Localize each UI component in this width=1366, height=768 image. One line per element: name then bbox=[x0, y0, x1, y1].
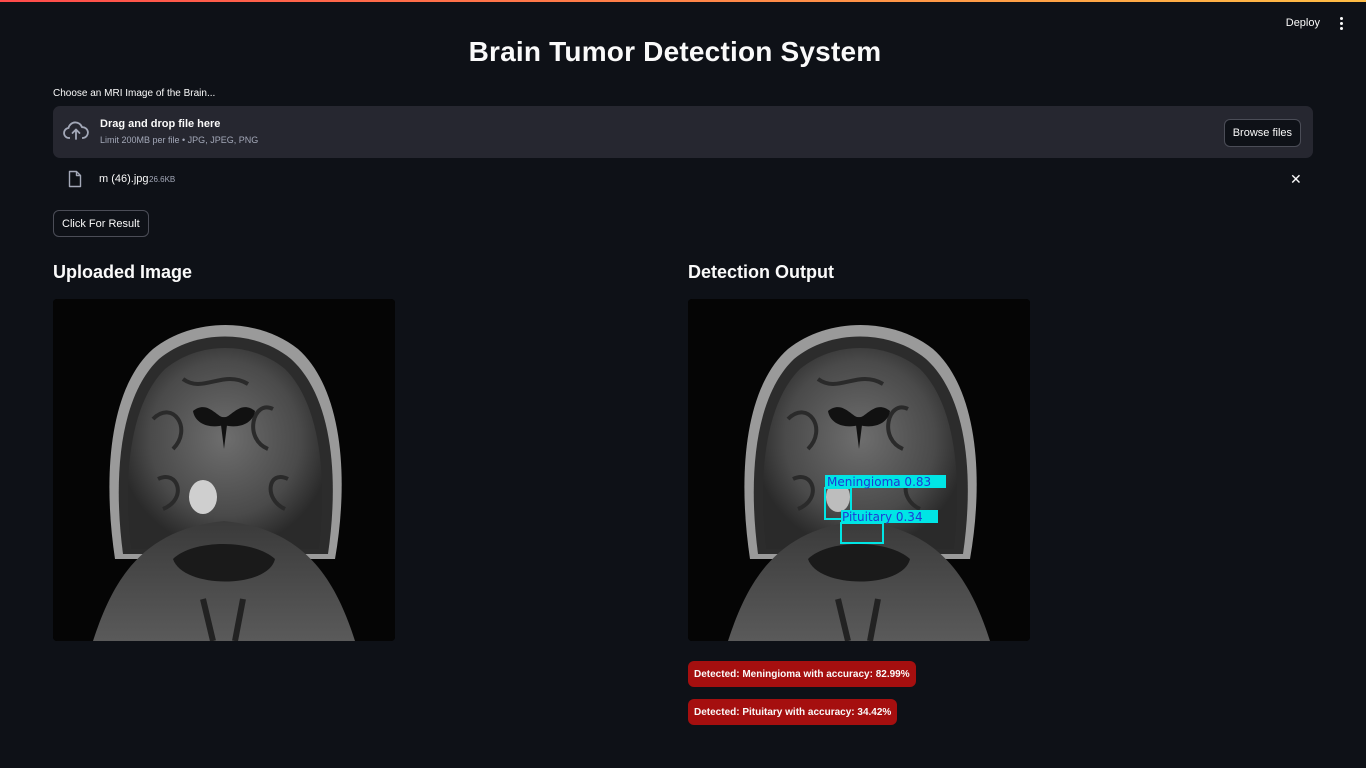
cloud-upload-icon bbox=[63, 121, 89, 140]
detection-alert-pituitary: Detected: Pituitary with accuracy: 34.42… bbox=[688, 699, 898, 725]
file-size: 26.6KB bbox=[149, 175, 176, 184]
detection-label-pituitary: Pituitary 0.34 bbox=[842, 510, 923, 524]
top-decoration-line bbox=[0, 0, 1366, 2]
uploader-label: Choose an MRI Image of the Brain... bbox=[53, 88, 216, 99]
app-toolbar: Deploy bbox=[1286, 8, 1366, 38]
detection-label-meningioma: Meningioma 0.83 bbox=[827, 475, 931, 489]
uploaded-image-heading: Uploaded Image bbox=[53, 262, 193, 282]
close-icon[interactable]: ✕ bbox=[1290, 172, 1302, 186]
uploaded-mri-image bbox=[53, 299, 395, 641]
detection-alert-meningioma: Detected: Meningioma with accuracy: 82.9… bbox=[688, 661, 916, 687]
dropzone-limits: Limit 200MB per file • JPG, JPEG, PNG bbox=[100, 135, 259, 145]
browse-files-button[interactable]: Browse files bbox=[1223, 119, 1301, 147]
file-dropzone[interactable]: Drag and drop file here Limit 200MB per … bbox=[53, 106, 1313, 158]
file-icon bbox=[68, 170, 82, 188]
detection-output-image: Meningioma 0.83 Pituitary 0.34 bbox=[688, 299, 1030, 641]
dropzone-title: Drag and drop file here bbox=[100, 118, 221, 130]
file-name: m (46).jpg bbox=[99, 173, 149, 185]
page-title: Brain Tumor Detection System bbox=[468, 36, 882, 67]
vertical-dots-icon[interactable] bbox=[1334, 16, 1348, 30]
click-for-result-button[interactable]: Click For Result bbox=[53, 210, 149, 237]
detection-output-heading: Detection Output bbox=[688, 262, 834, 282]
uploaded-file-row: m (46).jpg 26.6KB ✕ bbox=[53, 168, 1313, 192]
deploy-button[interactable]: Deploy bbox=[1286, 17, 1320, 29]
